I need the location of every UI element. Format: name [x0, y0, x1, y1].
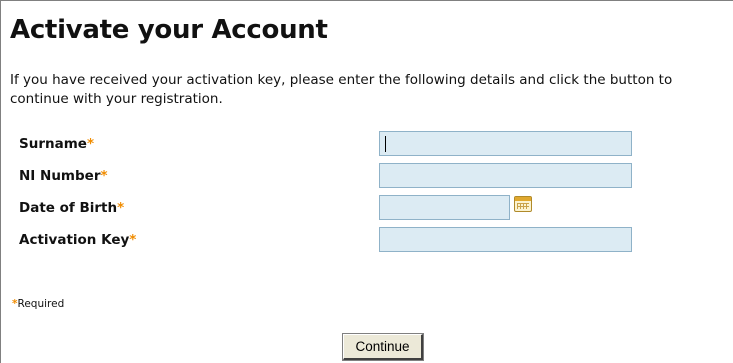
ni-number-input[interactable]: [379, 163, 632, 188]
date-of-birth-input[interactable]: [379, 195, 510, 220]
required-note-text: Required: [17, 298, 65, 310]
calendar-icon-grid: [517, 203, 529, 209]
required-star: *: [100, 168, 108, 184]
ni-number-label: NI Number*: [19, 167, 108, 185]
activation-key-label-text: Activation Key: [19, 232, 130, 248]
window-border-top: [0, 0, 733, 1]
activation-key-input[interactable]: [379, 227, 632, 252]
page-title: Activate your Account: [10, 15, 328, 45]
text-caret: [385, 136, 386, 152]
surname-label-text: Surname: [19, 136, 87, 152]
ni-number-label-text: NI Number: [19, 168, 101, 184]
calendar-icon-header: [515, 197, 531, 201]
date-of-birth-label-text: Date of Birth: [19, 200, 118, 216]
activation-key-label: Activation Key*: [19, 231, 136, 249]
required-star: *: [117, 200, 125, 216]
surname-input[interactable]: [379, 131, 632, 156]
required-note: *Required: [12, 297, 64, 311]
date-of-birth-label: Date of Birth*: [19, 199, 124, 217]
continue-button[interactable]: Continue: [342, 333, 424, 361]
intro-text: If you have received your activation key…: [10, 72, 673, 107]
required-star: *: [86, 136, 94, 152]
window-border-left: [0, 0, 1, 363]
required-star: *: [129, 232, 137, 248]
surname-label: Surname*: [19, 135, 94, 153]
calendar-icon[interactable]: [514, 196, 532, 212]
